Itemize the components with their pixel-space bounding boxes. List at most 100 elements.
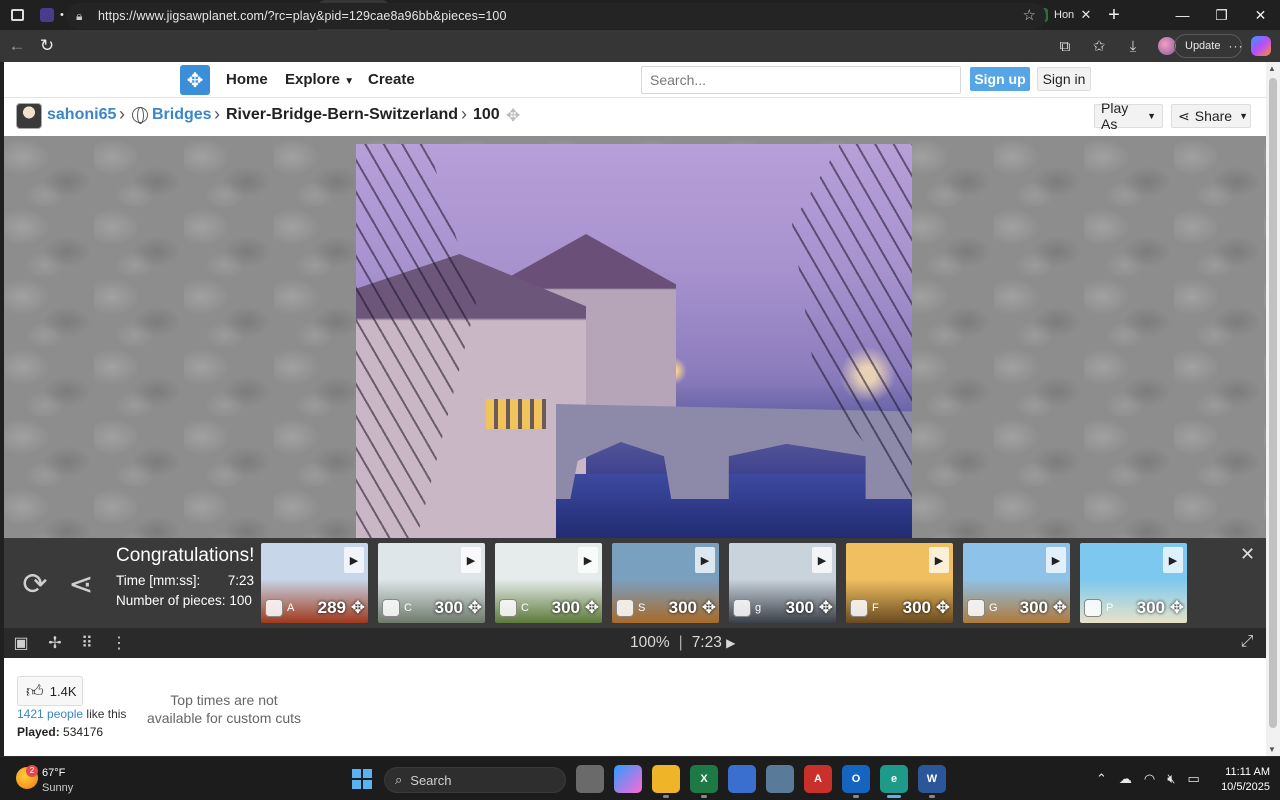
thumbnail-piece-count: 300 bbox=[551, 598, 580, 617]
back-arrow-icon[interactable]: ← bbox=[2, 31, 32, 61]
favorite-star-icon[interactable]: ☆ bbox=[1023, 6, 1036, 24]
share-icon[interactable]: ⋖ bbox=[64, 568, 98, 602]
search-input[interactable] bbox=[641, 66, 961, 94]
volume-muted-icon[interactable]: 🔇︎ bbox=[1167, 771, 1175, 787]
chevron-up-icon[interactable]: ⌃ bbox=[1096, 771, 1107, 787]
word-icon[interactable]: W bbox=[918, 765, 946, 798]
site-info-icon[interactable]: 🔒︎ bbox=[76, 9, 92, 24]
share-button[interactable]: ⋖ Share ▼ bbox=[1171, 104, 1251, 128]
play-icon[interactable]: ▶ bbox=[1163, 547, 1183, 573]
suggested-puzzle-thumbnail[interactable]: ▶ g 300 ✥ bbox=[729, 543, 836, 623]
separator: | bbox=[678, 634, 683, 651]
suggested-puzzle-thumbnail[interactable]: ▶ S 300 ✥ bbox=[612, 543, 719, 623]
tab-favicon-icon bbox=[40, 8, 54, 22]
thumbnail-piece-count: 289 bbox=[317, 598, 346, 617]
minimize-icon[interactable]: — bbox=[1163, 0, 1202, 30]
close-icon[interactable]: ✕ bbox=[1240, 544, 1255, 565]
lit-windows bbox=[486, 399, 546, 429]
play-icon[interactable]: ▶ bbox=[461, 547, 481, 573]
suggested-puzzle-thumbnail[interactable]: ▶ C 300 ✥ bbox=[495, 543, 602, 623]
copilot-icon[interactable] bbox=[1251, 36, 1271, 56]
fullscreen-icon[interactable]: ⤢ bbox=[1236, 633, 1258, 653]
image-preview-icon[interactable]: ▣ bbox=[10, 633, 32, 653]
more-icon[interactable]: ··· bbox=[1228, 39, 1243, 53]
suggested-puzzle-thumbnail[interactable]: ▶ G 300 ✥ bbox=[963, 543, 1070, 623]
puzzle-title: River-Bridge-Bern-Switzerland bbox=[226, 106, 459, 123]
play-icon[interactable]: ▶ bbox=[929, 547, 949, 573]
edge-icon[interactable]: e bbox=[880, 765, 908, 798]
signin-button[interactable]: Sign in bbox=[1037, 67, 1091, 91]
play-icon[interactable]: ▶ bbox=[578, 547, 598, 573]
play-as-button[interactable]: Play As ▼ bbox=[1094, 100, 1163, 132]
play-icon[interactable]: ▶ bbox=[1046, 547, 1066, 573]
piece-grid-icon[interactable]: ⠿ bbox=[76, 633, 98, 653]
scroll-down-icon[interactable]: ▼ bbox=[1268, 745, 1276, 754]
breadcrumb-user[interactable]: sahoni65 bbox=[47, 106, 116, 124]
suggested-puzzle-thumbnail[interactable]: ▶ C 300 ✥ bbox=[378, 543, 485, 623]
restart-icon[interactable]: ⟳ bbox=[18, 568, 52, 602]
nav-explore-label: Explore bbox=[285, 71, 341, 88]
restore-icon[interactable]: ❐ bbox=[1202, 0, 1241, 30]
suggested-puzzle-thumbnail[interactable]: ▶ P 300 ✥ bbox=[1080, 543, 1187, 623]
wifi-icon[interactable]: ◠ bbox=[1144, 771, 1155, 787]
acrobat-icon[interactable]: A bbox=[804, 765, 832, 793]
scrollbar-thumb[interactable] bbox=[1269, 78, 1277, 728]
nav-create[interactable]: Create bbox=[368, 71, 415, 88]
jigsawplanet-logo-icon[interactable]: ✥ bbox=[180, 65, 210, 95]
play-icon[interactable]: ▶ bbox=[726, 636, 735, 650]
battery-icon[interactable]: ▭ bbox=[1187, 771, 1199, 787]
author-initial: G bbox=[989, 602, 998, 614]
puzzle-piece-icon: ✥ bbox=[506, 106, 521, 125]
played-value: 534176 bbox=[63, 725, 104, 739]
excel-icon[interactable]: X bbox=[690, 765, 718, 798]
thumbnail-piece-count: 300 bbox=[785, 598, 814, 617]
copilot-app-icon[interactable] bbox=[614, 765, 642, 793]
completed-puzzle-image[interactable] bbox=[356, 144, 912, 542]
taskbar-search[interactable]: ⌕ Search bbox=[384, 767, 566, 793]
puzzle-board[interactable] bbox=[4, 136, 1266, 542]
address-field[interactable]: 🔒︎ https://www.jigsawplanet.com/?rc=play… bbox=[66, 3, 1046, 29]
task-view-icon[interactable] bbox=[576, 765, 604, 793]
clock[interactable]: 11:11 AM 10/5/2025 bbox=[1212, 765, 1270, 795]
user-avatar[interactable] bbox=[16, 103, 42, 129]
close-window-icon[interactable]: ✕ bbox=[1241, 0, 1280, 30]
play-icon[interactable]: ▶ bbox=[695, 547, 715, 573]
favorites-icon[interactable]: ✩ bbox=[1086, 33, 1112, 59]
suggested-puzzle-thumbnail[interactable]: ▶ F 300 ✥ bbox=[846, 543, 953, 623]
thumbnail-piece-count: 300 bbox=[668, 598, 697, 617]
more-options-icon[interactable]: ⋮ bbox=[108, 633, 130, 653]
clock-date: 10/5/2025 bbox=[1221, 781, 1270, 793]
like-button[interactable]: 👍︎ 1.4K bbox=[17, 676, 83, 706]
river-shape bbox=[556, 474, 912, 542]
file-explorer-icon[interactable] bbox=[652, 765, 680, 798]
nav-explore[interactable]: Explore ▼ bbox=[285, 71, 354, 88]
new-tab-button[interactable]: + bbox=[1099, 4, 1129, 27]
close-tab-icon[interactable]: ✕ bbox=[1079, 7, 1093, 23]
play-icon[interactable]: ▶ bbox=[812, 547, 832, 573]
suggested-puzzle-thumbnail[interactable]: ▶ A 289 ✥ bbox=[261, 543, 368, 623]
signup-button[interactable]: Sign up bbox=[970, 67, 1030, 91]
start-button[interactable] bbox=[352, 769, 372, 789]
author-avatar bbox=[382, 599, 400, 617]
breadcrumb-category[interactable]: Bridges bbox=[152, 106, 212, 124]
nav-home[interactable]: Home bbox=[226, 71, 268, 88]
refresh-icon[interactable]: ↻ bbox=[32, 31, 62, 61]
author-avatar bbox=[850, 599, 868, 617]
outlook-icon[interactable]: O bbox=[842, 765, 870, 798]
top-times-notice: Top times are not available for custom c… bbox=[146, 692, 302, 726]
ghost-image-icon[interactable]: ✢ bbox=[44, 633, 66, 653]
tab-actions-icon[interactable] bbox=[0, 0, 34, 30]
extensions-icon[interactable]: ⧉ bbox=[1052, 33, 1078, 59]
cloud-icon[interactable]: ☁ bbox=[1119, 771, 1132, 787]
scroll-up-icon[interactable]: ▲ bbox=[1268, 64, 1276, 73]
play-icon[interactable]: ▶ bbox=[344, 547, 364, 573]
page-scrollbar[interactable]: ▲ ▼ bbox=[1266, 62, 1280, 756]
downloads-icon[interactable]: ⤓ bbox=[1120, 33, 1146, 59]
taskbar: 2 67°F Sunny ⌕ Search X A O e W ⌃ ☁ ◠ 🔇︎… bbox=[0, 756, 1280, 800]
store-icon[interactable] bbox=[728, 765, 756, 793]
update-button[interactable]: Update ··· bbox=[1174, 34, 1242, 58]
thumbnail-piece-count: 300 bbox=[902, 598, 931, 617]
calculator-icon[interactable] bbox=[766, 765, 794, 793]
people-link[interactable]: 1421 people bbox=[17, 707, 83, 721]
completion-panel: ⟳ ⋖ Congratulations! Time [mm:ss]: 7:23 … bbox=[4, 538, 1266, 628]
